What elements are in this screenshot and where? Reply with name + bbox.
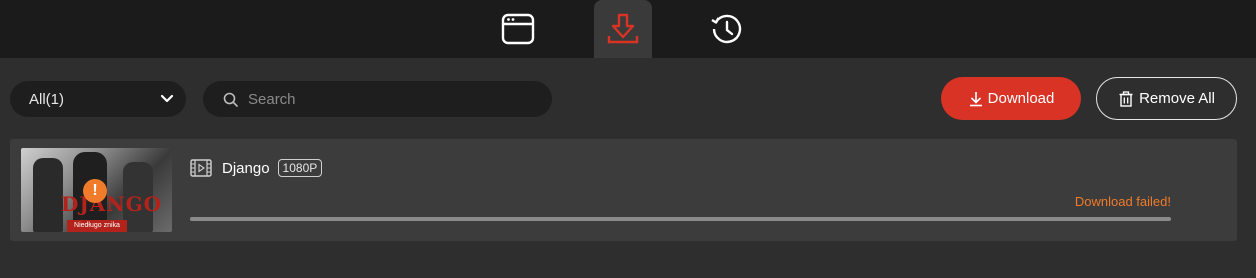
download-panel: All(1) Download [0, 58, 1256, 278]
chevron-down-icon [160, 94, 174, 103]
poster-title: DJANGO [61, 192, 163, 216]
tab-download[interactable] [594, 0, 652, 58]
search-input[interactable] [248, 90, 548, 108]
tab-history[interactable] [698, 0, 756, 58]
task-title: Django 1080P [190, 157, 323, 179]
status-text: Download failed! [1074, 194, 1171, 209]
download-button-label: Download [987, 90, 1055, 107]
remove-all-button[interactable]: Remove All [1096, 77, 1237, 120]
poster-figure [33, 158, 63, 232]
download-tray-icon [607, 13, 639, 44]
progress-fill [190, 217, 1171, 221]
remove-all-button-label: Remove All [1139, 90, 1215, 107]
history-clock-icon [711, 14, 742, 44]
download-button[interactable]: Download [941, 77, 1081, 120]
toolbar: All(1) Download [0, 58, 1256, 138]
progress-bar [190, 217, 1171, 221]
task-name: Django [222, 159, 270, 177]
search-icon [223, 92, 238, 107]
quality-badge: 1080P [277, 159, 323, 177]
trash-icon [1119, 90, 1133, 107]
video-thumbnail[interactable]: DJANGO Niedługo znika ! [21, 148, 172, 232]
warning-icon: ! [83, 179, 107, 203]
top-tab-bar [0, 0, 1256, 58]
browser-window-icon [501, 13, 535, 45]
poster-subtitle: Niedługo znika [67, 220, 127, 232]
filter-dropdown-value: All(1) [29, 90, 65, 108]
list-item[interactable]: DJANGO Niedługo znika ! Django 1080P Dow… [10, 139, 1237, 241]
search-box[interactable] [203, 81, 552, 117]
video-file-icon [190, 159, 212, 177]
download-arrow-icon [969, 91, 982, 106]
tab-browser[interactable] [489, 0, 547, 58]
filter-dropdown[interactable]: All(1) [10, 81, 186, 117]
